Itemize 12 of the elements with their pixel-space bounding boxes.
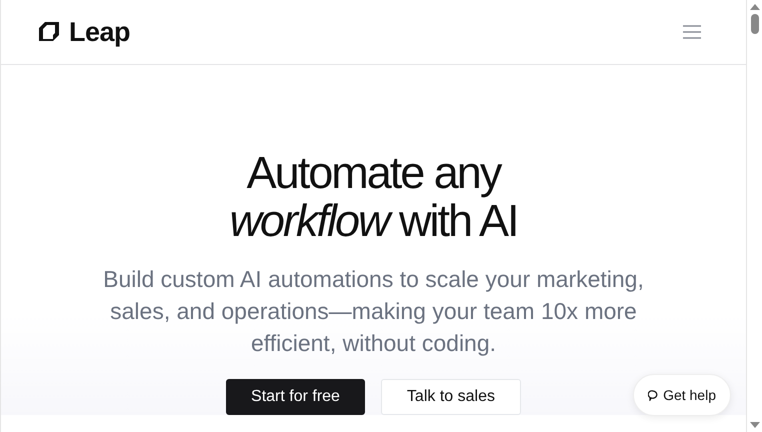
scroll-thumb[interactable] <box>750 14 758 34</box>
menu-icon[interactable] <box>682 24 702 40</box>
logo-icon <box>37 20 61 44</box>
headline: Automate any workflow with AI <box>228 149 519 245</box>
scroll-down-icon[interactable] <box>750 422 760 428</box>
start-button[interactable]: Start for free <box>226 379 365 415</box>
subtitle: Build custom AI automations to scale your marketing, sales, and operations—making your team 10x more efficient, without coding. <box>102 265 645 358</box>
logo-text[interactable]: Leap <box>69 16 130 48</box>
help-button[interactable]: Get help <box>633 374 731 416</box>
sales-button[interactable]: Talk to sales <box>380 379 521 415</box>
scroll-up-icon[interactable] <box>750 4 760 10</box>
chat-bubble-icon <box>648 390 658 400</box>
